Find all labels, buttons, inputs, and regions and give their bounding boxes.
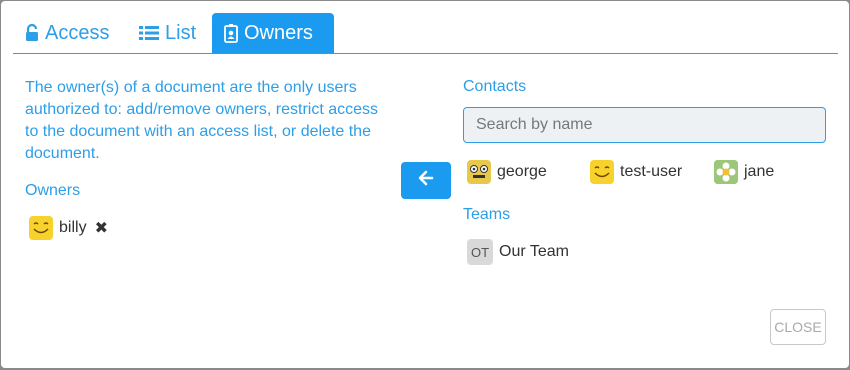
smiley-avatar [590, 160, 614, 184]
tab-access[interactable]: Access [13, 13, 127, 53]
contact-item-jane[interactable]: jane [714, 160, 774, 184]
close-button[interactable]: CLOSE [770, 309, 826, 345]
team-item-our-team[interactable]: OT Our Team [467, 239, 569, 265]
id-badge-icon [224, 23, 238, 43]
contacts-heading: Contacts [463, 78, 527, 95]
arrow-left-icon [418, 170, 434, 191]
close-icon[interactable]: ✖ [95, 218, 108, 238]
tab-access-label: Access [45, 22, 110, 44]
add-owner-button[interactable] [401, 162, 451, 199]
owners-heading: Owners [25, 182, 81, 199]
flower-avatar [714, 160, 738, 184]
owners-description: The owner(s) of a document are the only … [25, 79, 379, 162]
robot-avatar [467, 160, 491, 184]
teams-heading: Teams [463, 206, 511, 223]
team-avatar: OT [467, 239, 493, 265]
owner-name: billy [59, 219, 87, 236]
contact-name: george [497, 163, 547, 180]
owner-item: billy ✖ [29, 216, 108, 240]
unlock-icon [25, 24, 39, 42]
tab-bar: Access List Owners [13, 13, 838, 54]
contact-item-test-user[interactable]: test-user [590, 160, 682, 184]
contact-item-george[interactable]: george [467, 160, 547, 184]
contact-search-input[interactable] [463, 107, 826, 143]
tab-list-label: List [165, 22, 197, 44]
contact-name: jane [744, 163, 775, 180]
contact-name: test-user [620, 163, 683, 180]
tab-owners-label: Owners [244, 22, 313, 44]
smiley-avatar [29, 216, 53, 240]
team-name: Our Team [499, 243, 569, 260]
list-icon [139, 25, 159, 41]
tab-owners[interactable]: Owners [212, 13, 334, 53]
tab-list[interactable]: List [127, 13, 211, 53]
owners-modal: Access List Owners The owner(s) of a doc… [1, 1, 849, 368]
